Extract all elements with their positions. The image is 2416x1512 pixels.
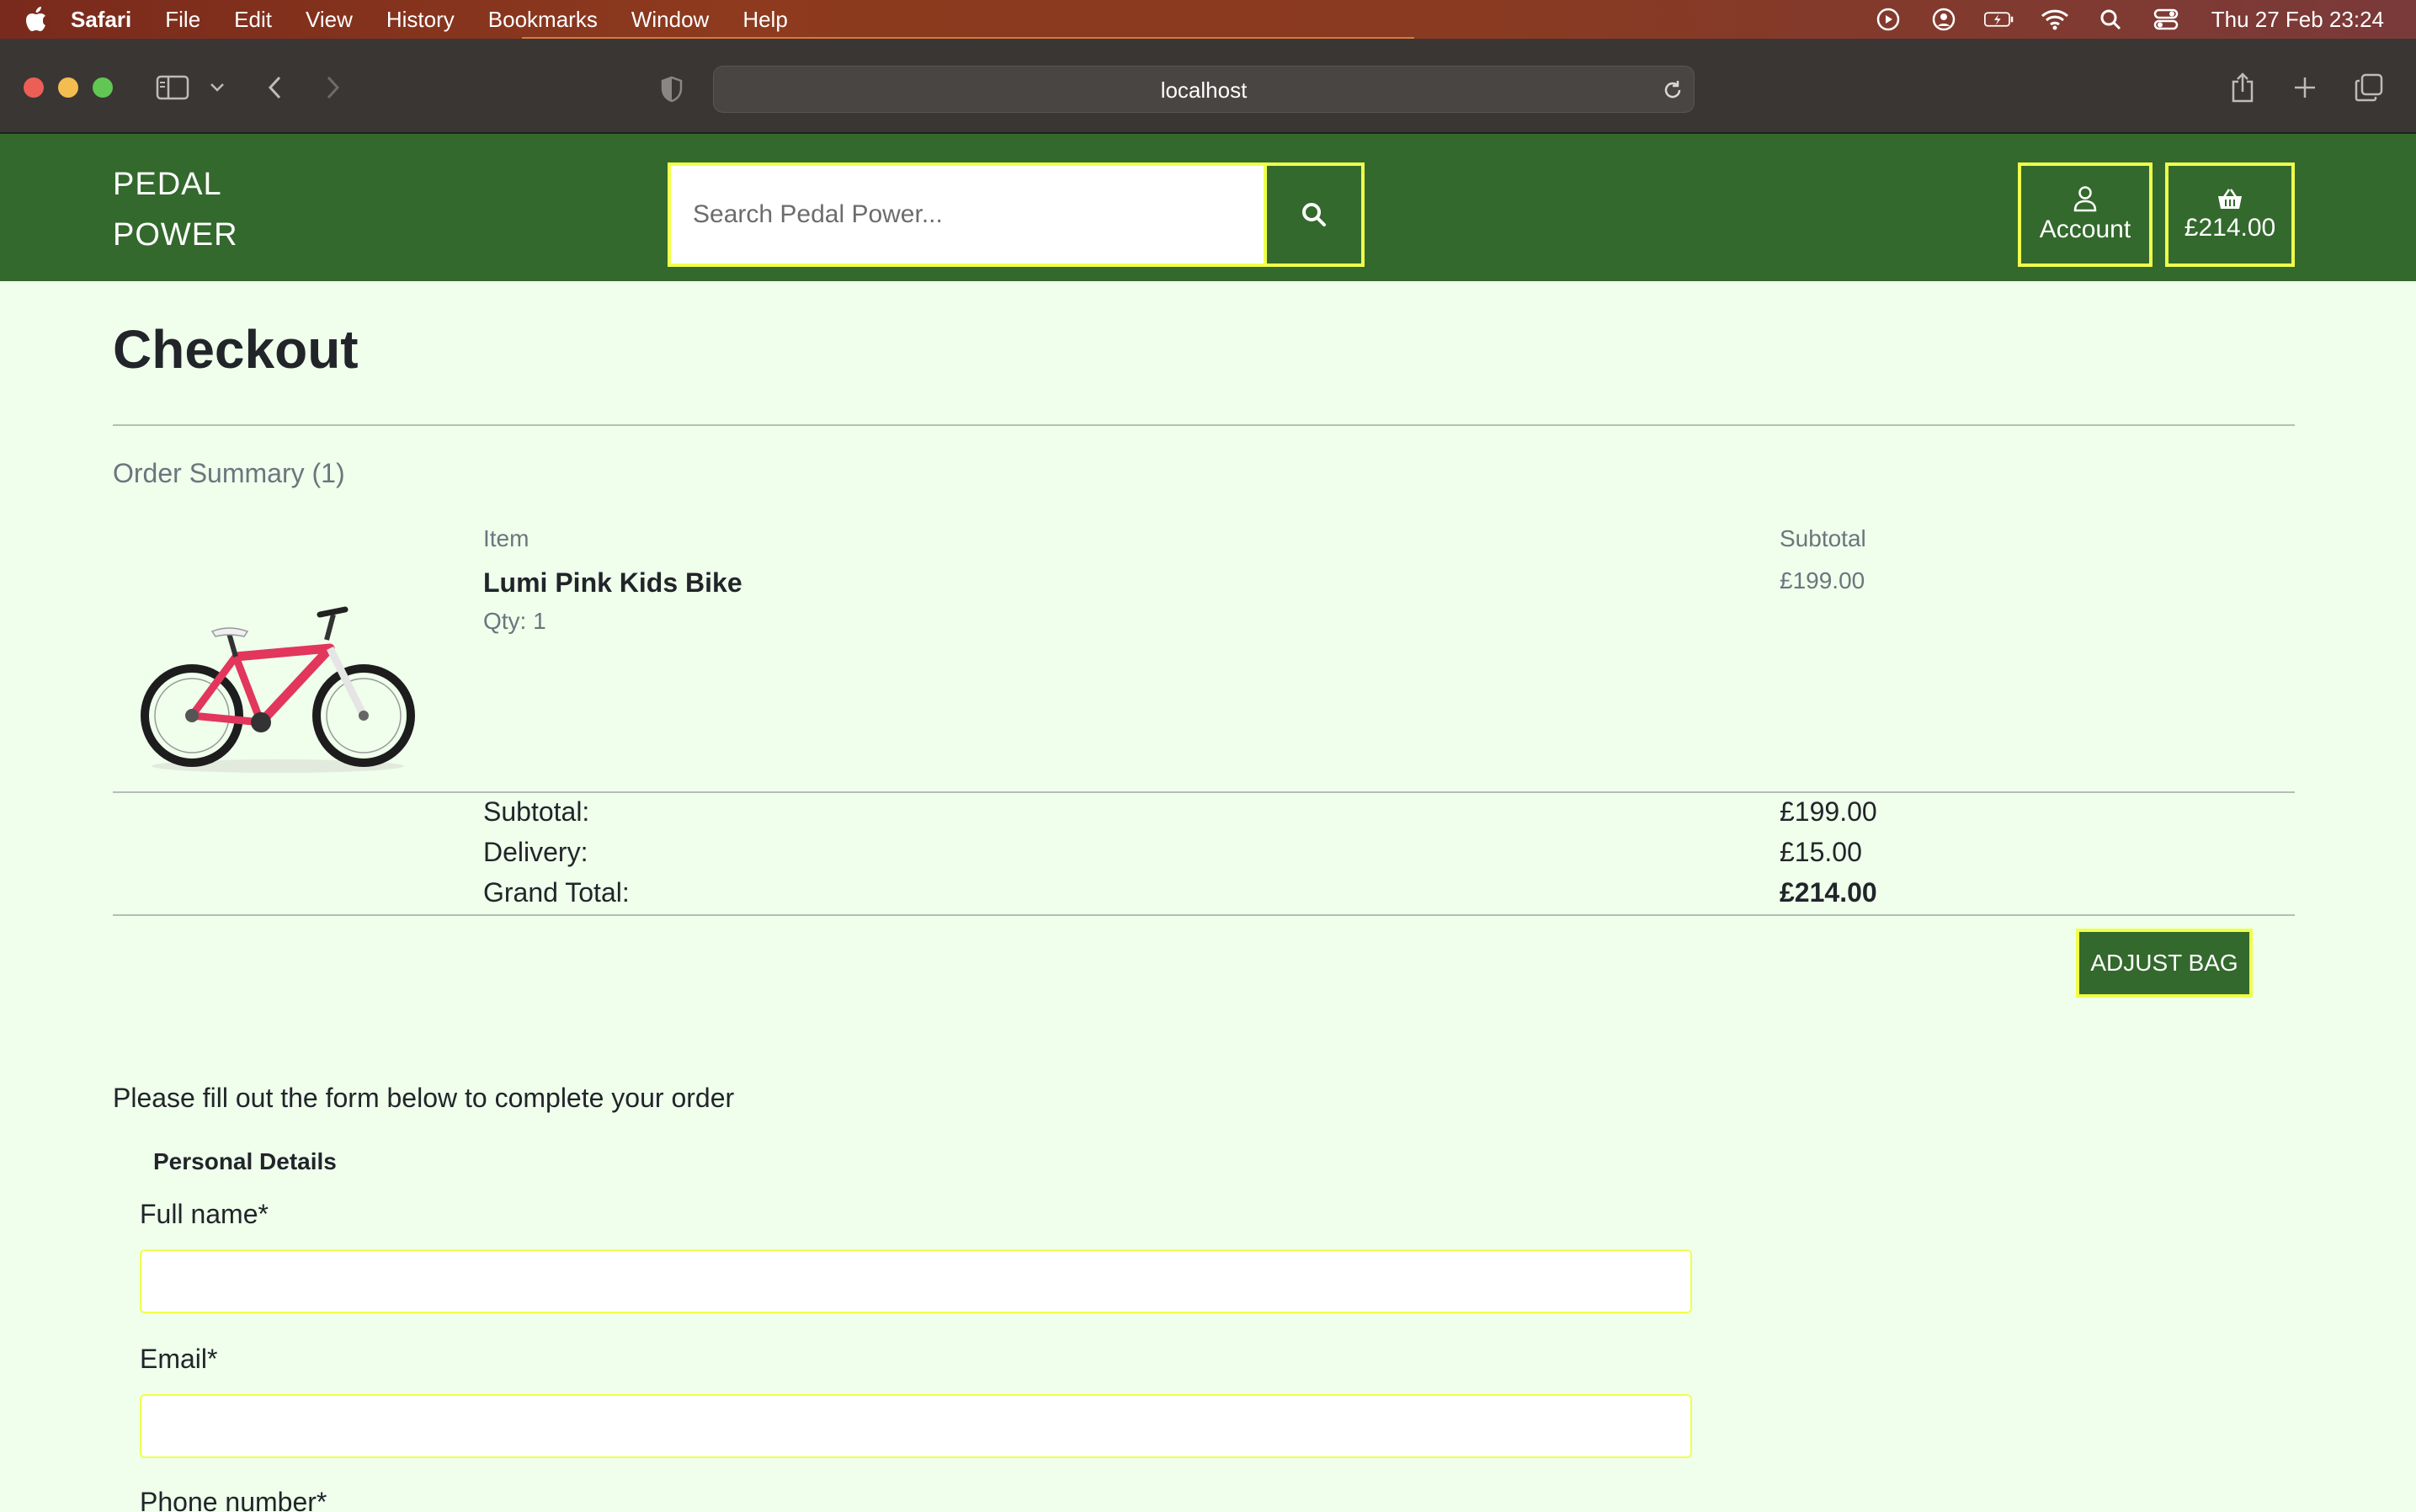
menu-help[interactable]: Help <box>742 7 787 33</box>
search-icon <box>1302 203 1326 226</box>
subtotal-label: Subtotal: <box>483 796 590 827</box>
search-input[interactable] <box>668 162 1267 267</box>
user-circle-icon[interactable] <box>1929 7 1959 32</box>
divider <box>113 791 2295 793</box>
product-subtotal: £199.00 <box>1780 567 1865 594</box>
play-circle-icon[interactable] <box>1873 7 1903 32</box>
phone-label: Phone number* <box>140 1487 327 1512</box>
order-summary-heading: Order Summary (1) <box>113 458 345 488</box>
full-name-input[interactable] <box>140 1249 1692 1313</box>
subtotal-value: £199.00 <box>1780 796 1877 827</box>
adjust-bag-button[interactable]: ADJUST BAG <box>2076 929 2253 998</box>
share-icon[interactable] <box>2227 71 2258 104</box>
grand-total-label: Grand Total: <box>483 877 630 908</box>
logo-line-1: PEDAL <box>113 167 222 202</box>
delivery-value: £15.00 <box>1780 837 1862 867</box>
menu-edit[interactable]: Edit <box>234 7 272 33</box>
basket-icon <box>2218 189 2242 209</box>
minimize-window-button[interactable] <box>58 77 78 98</box>
search-icon[interactable] <box>2095 7 2126 32</box>
column-header-item: Item <box>483 525 529 551</box>
address-bar[interactable]: localhost <box>713 66 1695 113</box>
divider <box>113 914 2295 916</box>
privacy-shield-icon[interactable] <box>657 74 687 104</box>
battery-icon[interactable] <box>1983 7 2014 32</box>
logo-line-2: POWER <box>113 217 238 253</box>
search-form <box>668 162 1368 267</box>
bag-total: £214.00 <box>2184 214 2276 242</box>
shopping-bag-button[interactable]: £214.00 <box>2165 162 2295 267</box>
site-header: PEDAL POWER Account £214.00 <box>0 134 2416 281</box>
reload-icon[interactable] <box>1660 77 1685 103</box>
personal-details-legend: Personal Details <box>153 1148 337 1174</box>
back-icon[interactable] <box>261 72 288 103</box>
full-name-label: Full name* <box>140 1199 269 1229</box>
wifi-icon[interactable] <box>2040 7 2070 32</box>
zoom-window-button[interactable] <box>93 77 113 98</box>
divider <box>113 424 2295 426</box>
menu-window[interactable]: Window <box>631 7 709 33</box>
email-input[interactable] <box>140 1394 1692 1458</box>
delivery-label: Delivery: <box>483 837 588 867</box>
menubar-clock[interactable]: Thu 27 Feb 23:24 <box>2211 7 2384 33</box>
tab-overview-icon[interactable] <box>2354 72 2384 103</box>
column-header-subtotal: Subtotal <box>1780 525 1866 551</box>
apple-icon[interactable] <box>24 7 49 32</box>
user-icon <box>2073 186 2097 212</box>
site-logo[interactable]: PEDAL POWER <box>113 159 238 260</box>
chevron-down-icon[interactable] <box>207 79 227 96</box>
product-image[interactable] <box>135 598 421 783</box>
close-window-button[interactable] <box>24 77 44 98</box>
account-label: Account <box>2039 216 2131 243</box>
email-label: Email* <box>140 1344 218 1374</box>
macos-menubar: Safari File Edit View History Bookmarks … <box>0 0 2416 39</box>
new-tab-icon[interactable] <box>2291 74 2318 101</box>
menu-history[interactable]: History <box>386 7 455 33</box>
forward-icon[interactable] <box>320 72 347 103</box>
menu-file[interactable]: File <box>165 7 200 33</box>
grand-total-value: £214.00 <box>1780 877 1877 908</box>
product-name[interactable]: Lumi Pink Kids Bike <box>483 567 742 599</box>
search-button[interactable] <box>1264 162 1365 267</box>
control-center-icon[interactable] <box>2151 7 2181 32</box>
form-intro: Please fill out the form below to comple… <box>113 1083 735 1113</box>
menu-view[interactable]: View <box>306 7 353 33</box>
account-button[interactable]: Account <box>2018 162 2153 267</box>
page-title: Checkout <box>113 319 359 380</box>
menu-app-name[interactable]: Safari <box>71 7 131 33</box>
product-qty: Qty: 1 <box>483 608 546 634</box>
sidebar-toggle-icon[interactable] <box>155 74 190 101</box>
address-url: localhost <box>1160 77 1248 103</box>
menu-bookmarks[interactable]: Bookmarks <box>488 7 598 33</box>
